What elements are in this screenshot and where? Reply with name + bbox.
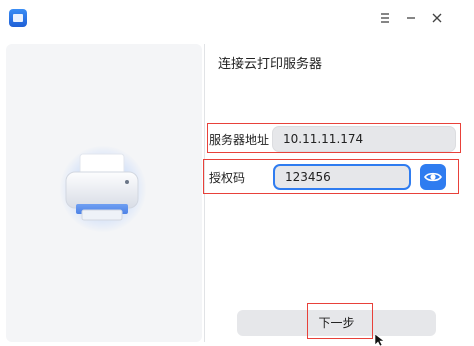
server-address-input[interactable]: 10.11.11.174	[272, 126, 456, 152]
mouse-cursor-icon	[374, 334, 385, 346]
eye-icon	[424, 172, 442, 182]
auth-code-row: 授权码 123456	[209, 163, 461, 193]
server-address-row: 服务器地址 10.11.11.174	[209, 125, 461, 155]
page-title: 连接云打印服务器	[218, 57, 323, 72]
close-icon[interactable]	[425, 6, 449, 30]
cloud-print-wizard-window: 连接云打印服务器 服务器地址 10.11.11.174 授权码 123456 下…	[0, 0, 474, 346]
show-password-button[interactable]	[420, 164, 446, 190]
auth-code-label: 授权码	[209, 171, 246, 185]
menu-icon[interactable]	[373, 6, 397, 30]
printer-illustration	[52, 140, 152, 240]
minimize-icon[interactable]	[399, 6, 423, 30]
title-bar	[0, 0, 474, 36]
auth-code-input[interactable]: 123456	[273, 164, 411, 190]
panel-divider	[204, 44, 205, 342]
app-icon	[9, 9, 27, 27]
next-button[interactable]: 下一步	[237, 310, 436, 336]
illustration-panel	[6, 44, 202, 342]
server-address-label: 服务器地址	[209, 133, 270, 147]
printer-icon	[65, 153, 139, 221]
